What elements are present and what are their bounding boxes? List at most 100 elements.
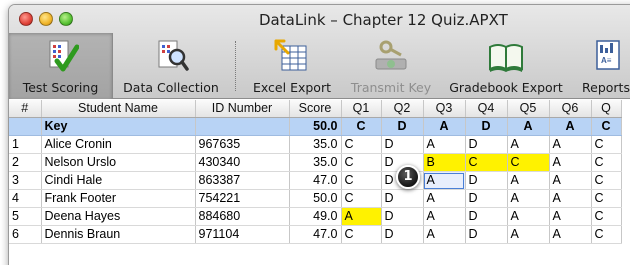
score-cell: 50.0 xyxy=(289,117,342,136)
answer-cell[interactable]: A xyxy=(423,135,466,154)
id-number-cell[interactable]: 863387 xyxy=(195,171,290,190)
row-number: 3 xyxy=(9,171,42,190)
svg-text:A≡: A≡ xyxy=(601,56,612,65)
transmit-key-button[interactable]: Transmit Key xyxy=(342,33,440,99)
answer-cell[interactable]: C xyxy=(341,117,382,136)
row-number: 6 xyxy=(9,225,42,244)
student-name-cell[interactable]: Alice Cronin xyxy=(41,135,196,154)
answer-cell[interactable]: A xyxy=(507,171,550,190)
answer-cell[interactable]: A xyxy=(423,117,466,136)
answer-cell[interactable]: D xyxy=(381,189,424,208)
answer-cell[interactable]: A xyxy=(549,171,592,190)
answer-cell[interactable]: D xyxy=(465,189,508,208)
selected-answer-cell[interactable]: A xyxy=(423,171,466,190)
incorrect-answer-cell[interactable]: B xyxy=(423,153,466,172)
id-number-cell[interactable]: 754221 xyxy=(195,189,290,208)
id-number-cell[interactable] xyxy=(195,117,290,136)
student-name-cell[interactable]: Dennis Braun xyxy=(41,225,196,244)
answer-cell[interactable]: D xyxy=(381,207,424,226)
column-header[interactable]: # xyxy=(9,100,42,118)
answer-cell[interactable]: C xyxy=(341,135,382,154)
gradebook-export-button[interactable]: Gradebook Export xyxy=(443,33,569,99)
answer-cell[interactable]: C xyxy=(591,207,622,226)
table-row[interactable]: 3 Cindi Hale 863387 47.0 C D A D A A C xyxy=(9,171,622,190)
score-cell: 35.0 xyxy=(289,153,342,172)
answer-cell[interactable]: A xyxy=(423,189,466,208)
column-header[interactable]: Q3 xyxy=(423,100,466,118)
answer-cell[interactable]: C xyxy=(341,225,382,244)
table-row[interactable]: 6 Dennis Braun 971104 47.0 C D A D A A C xyxy=(9,225,622,244)
column-header[interactable]: Score xyxy=(289,100,342,118)
results-grid: # Student Name ID Number Score Q1 Q2 Q 3 … xyxy=(9,100,630,244)
reports-button[interactable]: A≡ Reports xyxy=(571,33,630,99)
header-row: # Student Name ID Number Score Q1 Q2 Q3 … xyxy=(9,100,622,118)
zoom-window-button[interactable] xyxy=(59,12,73,26)
id-number-cell[interactable]: 967635 xyxy=(195,135,290,154)
answer-cell[interactable]: A xyxy=(423,207,466,226)
row-number: 2 xyxy=(9,153,42,172)
column-header[interactable]: Q xyxy=(591,100,622,118)
id-number-cell[interactable]: 971104 xyxy=(195,225,290,244)
incorrect-answer-cell[interactable]: A xyxy=(341,207,382,226)
column-header[interactable]: Q2 xyxy=(381,100,424,118)
key-row[interactable]: Key 50.0 C D A D A A C xyxy=(9,117,622,136)
column-header[interactable]: Student Name xyxy=(41,100,196,118)
table-row[interactable]: 4 Frank Footer 754221 50.0 C D A D A A C xyxy=(9,189,622,208)
student-name-cell[interactable]: Cindi Hale xyxy=(41,171,196,190)
table-row[interactable]: 2 Nelson Urslo 430340 35.0 C D B C C A C xyxy=(9,153,622,172)
answer-cell[interactable]: A xyxy=(549,117,592,136)
column-header[interactable]: Q4 xyxy=(465,100,508,118)
id-number-cell[interactable]: 430340 xyxy=(195,153,290,172)
app-window: DataLink – Chapter 12 Quiz.APXT Test Sco… xyxy=(8,4,630,265)
close-window-button[interactable] xyxy=(19,12,33,26)
answer-cell[interactable]: A xyxy=(549,153,592,172)
answer-cell[interactable]: A xyxy=(549,207,592,226)
answer-cell[interactable]: C xyxy=(341,153,382,172)
gradebook-export-icon xyxy=(489,44,523,72)
answer-cell[interactable]: A xyxy=(549,225,592,244)
answer-cell[interactable]: C xyxy=(341,171,382,190)
student-name-cell[interactable]: Nelson Urslo xyxy=(41,153,196,172)
answer-cell[interactable]: C xyxy=(591,117,622,136)
row-number xyxy=(9,117,42,136)
answer-cell[interactable]: A xyxy=(507,117,550,136)
incorrect-answer-cell[interactable]: C xyxy=(507,153,550,172)
answer-cell[interactable]: D xyxy=(465,135,508,154)
answer-cell[interactable]: C xyxy=(341,189,382,208)
answer-cell[interactable]: A xyxy=(507,135,550,154)
column-header[interactable]: ID Number xyxy=(195,100,290,118)
answer-cell[interactable]: D xyxy=(381,117,424,136)
test-scoring-label: Test Scoring xyxy=(22,80,99,95)
answer-cell[interactable]: C xyxy=(591,171,622,190)
answer-cell[interactable]: A xyxy=(423,225,466,244)
answer-cell[interactable]: D xyxy=(465,225,508,244)
answer-cell[interactable]: A xyxy=(549,189,592,208)
column-header[interactable]: Q5 xyxy=(507,100,550,118)
excel-export-button[interactable]: Excel Export xyxy=(245,33,339,99)
minimize-window-button[interactable] xyxy=(39,12,53,26)
answer-cell[interactable]: D xyxy=(465,207,508,226)
table-row[interactable]: 5 Deena Hayes 884680 49.0 A D A D A A C xyxy=(9,207,622,226)
table-row[interactable]: 1 Alice Cronin 967635 35.0 C D A D A A C xyxy=(9,135,622,154)
id-number-cell[interactable]: 884680 xyxy=(195,207,290,226)
answer-cell[interactable]: A xyxy=(507,225,550,244)
answer-cell[interactable]: A xyxy=(549,135,592,154)
answer-cell[interactable]: C xyxy=(591,135,622,154)
column-header[interactable]: Q1 xyxy=(341,100,382,118)
answer-cell[interactable]: C xyxy=(591,189,622,208)
answer-cell[interactable]: D xyxy=(381,225,424,244)
student-name-cell[interactable]: Frank Footer xyxy=(41,189,196,208)
student-name-cell[interactable]: Deena Hayes xyxy=(41,207,196,226)
answer-cell[interactable]: D xyxy=(381,135,424,154)
student-name-cell[interactable]: Key xyxy=(41,117,196,136)
answer-cell[interactable]: C xyxy=(591,225,622,244)
answer-cell[interactable]: A xyxy=(507,207,550,226)
answer-cell[interactable]: D xyxy=(465,117,508,136)
test-scoring-button[interactable]: Test Scoring xyxy=(9,33,113,99)
incorrect-answer-cell[interactable]: C xyxy=(465,153,508,172)
answer-cell[interactable]: A xyxy=(507,189,550,208)
answer-cell[interactable]: D xyxy=(465,171,508,190)
column-header[interactable]: Q6 xyxy=(549,100,592,118)
answer-cell[interactable]: C xyxy=(591,153,622,172)
data-collection-button[interactable]: Data Collection xyxy=(115,33,227,99)
